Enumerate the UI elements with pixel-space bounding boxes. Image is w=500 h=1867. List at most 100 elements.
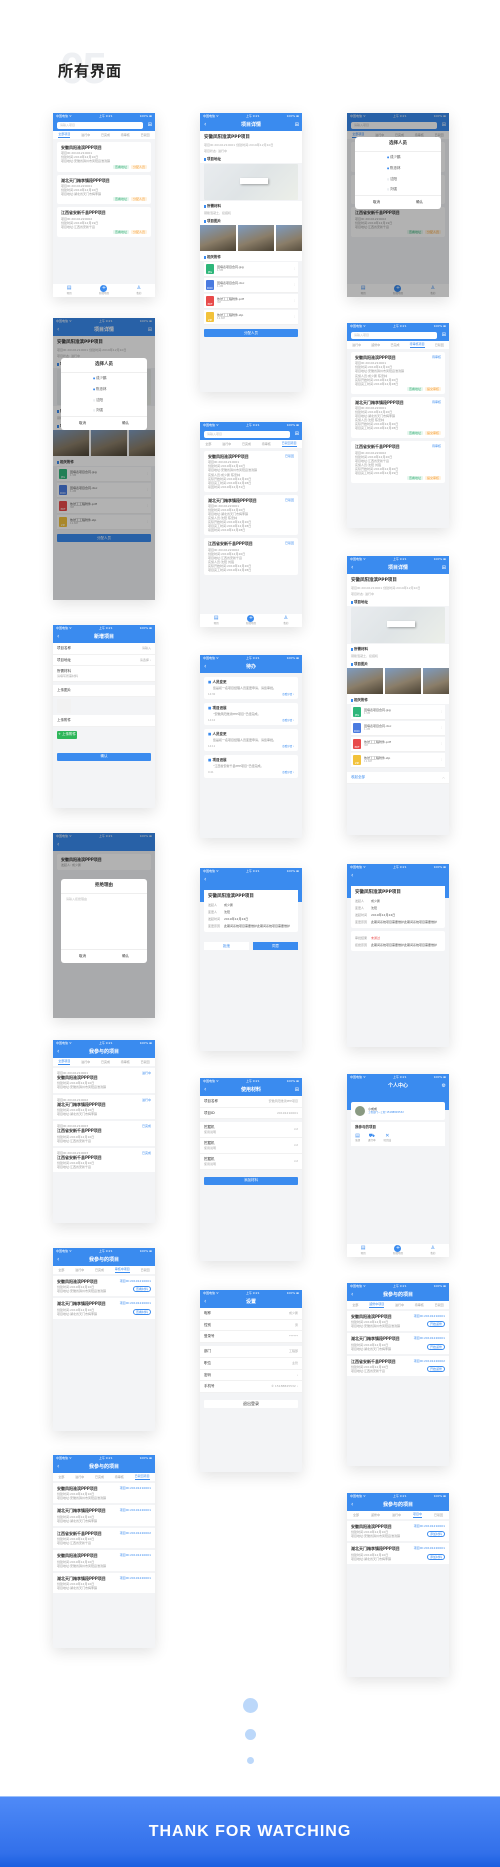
person-option[interactable]: 沈阳 [355, 174, 441, 185]
more-icon[interactable]: ⋮ [294, 299, 297, 302]
view-address-button[interactable]: 查看地址 [406, 476, 423, 481]
card-action-button[interactable]: 查看材料 [132, 1286, 151, 1293]
cancel-button[interactable]: 取消 [61, 950, 104, 963]
tab[interactable]: 待审核 [115, 1475, 124, 1479]
back-icon[interactable]: ‹ [204, 1086, 206, 1094]
tab[interactable]: 返修中 [371, 343, 380, 347]
grid-icon[interactable]: ⊞ [148, 122, 152, 129]
action-button[interactable]: 确认 [57, 752, 151, 761]
view-address-button[interactable]: 查看地址 [112, 164, 129, 169]
assign-button[interactable]: 提交审核 [424, 476, 441, 481]
panel-item[interactable]: ⛟ 进行中 [368, 1133, 376, 1143]
location-map[interactable] [204, 163, 298, 200]
form-row[interactable]: 挖掘机 使用说明 ×2 [200, 1138, 302, 1154]
card-action-button[interactable]: 开始返修 [426, 1321, 445, 1328]
project-card[interactable]: 待审核 湖北天门梅李镇段PPP项目 项目ID:20191220001 创建时间:201… [351, 396, 445, 439]
form-row[interactable]: 上传附件 [53, 714, 155, 727]
attachment-item[interactable]: DOC 回填表项目合同.doc 1.2M ⋮ [351, 721, 445, 737]
back-icon[interactable]: ‹ [57, 1463, 59, 1471]
attachment-item[interactable]: ZIP 依然工工程附件.zip 11.6M ⋮ [204, 310, 298, 326]
tab[interactable]: 进行中 [81, 133, 90, 137]
tab[interactable]: 进行中 [75, 1268, 84, 1272]
project-card[interactable]: 项目ID:20191220001 湖北天门梅李镇段PPP项目 创建时间:2019年1… [53, 1572, 155, 1594]
tab[interactable]: 进行中 [75, 1475, 84, 1479]
tab[interactable]: 全部 [58, 1268, 64, 1272]
assign-button[interactable]: 提交审核 [424, 386, 441, 391]
card-action-button[interactable]: 开始返修 [426, 1366, 445, 1373]
settings-icon[interactable]: ⚙ [442, 1083, 446, 1090]
confirm-button[interactable]: 确认 [104, 950, 147, 963]
action-button[interactable]: 分配人员 [204, 329, 298, 338]
attachment-item[interactable]: PDF 依然工工程附件.pdf 3M ⋮ [204, 294, 298, 310]
attachment-item[interactable]: PDF 依然工工程附件.pdf 3M ⋮ [351, 737, 445, 753]
tab[interactable]: 全部 [58, 1475, 64, 1479]
form-row[interactable]: 职位 主管 [200, 1357, 302, 1370]
back-icon[interactable]: ‹ [351, 1501, 353, 1509]
tab[interactable]: 待审核 [415, 1303, 424, 1307]
tab[interactable]: 已驳回 [435, 343, 444, 347]
tab[interactable]: 审核中项目 [114, 1267, 130, 1273]
tab[interactable]: 待审核 [121, 1060, 130, 1064]
assign-button[interactable]: 分配人员 [130, 164, 147, 169]
image-upload-button[interactable] [57, 698, 71, 713]
grid-icon[interactable]: ⊞ [442, 332, 446, 339]
project-card[interactable]: 项目ID:20191210001 安徽凤阳淮滨PPP项目 创建时间:2019年12月… [53, 1276, 155, 1297]
more-icon[interactable]: ⋮ [294, 283, 297, 286]
more-icon[interactable]: ⋮ [294, 267, 297, 270]
add-project-tab[interactable]: + 新增项目 [99, 285, 109, 295]
profile-card[interactable]: 小成成 工程部门—工程 15188845532 [351, 1102, 445, 1120]
back-icon[interactable]: ‹ [204, 1298, 206, 1306]
card-action-button[interactable]: 开始返修 [426, 1343, 445, 1350]
person-option[interactable]: 陈忠林 [355, 163, 441, 174]
tab[interactable]: 已完成 [242, 442, 251, 446]
view-address-button[interactable]: 查看地址 [112, 229, 129, 234]
project-photo[interactable] [347, 668, 383, 695]
back-icon[interactable]: ‹ [204, 663, 206, 671]
tab[interactable]: 待审核 [121, 133, 130, 137]
project-card[interactable]: 进行中 项目ID:20191210001 安徽凤阳淮滨PPP项目 创建时间:2019年… [53, 1068, 155, 1093]
profile-tab[interactable]: ♙ 我的 [283, 615, 288, 625]
attachment-item[interactable]: JPG 回填表项目合同.jpg 1.5M ⋮ [204, 262, 298, 278]
tab[interactable]: 已完成 [390, 343, 399, 347]
project-card[interactable]: 江西省安新千县PPP项目 项目ID:20191220002 创建时间:2019年12… [57, 207, 151, 237]
tab[interactable]: 已完成 [95, 1268, 104, 1272]
project-card[interactable]: 待审核 安徽凤阳淮滨PPP项目 项目ID:20191210001 创建时间:2019年… [351, 352, 445, 394]
project-card[interactable]: 进行中 项目ID:20191210002 湖北天门梅李镇段PPP项目 创建时间:201… [53, 1094, 155, 1120]
action-button[interactable]: 退出登录 [204, 1400, 298, 1409]
tab[interactable]: 已驳回项目 [134, 1474, 150, 1480]
tab[interactable]: 全部 [352, 1303, 358, 1307]
form-row[interactable]: 性别 男 [200, 1319, 302, 1332]
tab[interactable]: 已完成 [101, 133, 110, 137]
cancel-button[interactable]: 取消 [61, 417, 104, 430]
assign-button[interactable]: 提交审核 [424, 431, 441, 436]
tab[interactable]: 进行中 [352, 343, 361, 347]
project-photo[interactable] [385, 668, 421, 695]
profile-tab[interactable]: ♙ 我的 [136, 285, 141, 295]
project-card[interactable]: 湖北天门梅李镇段PPP项目项目ID:20191220001创建时间:2019年1… [57, 174, 151, 205]
tab[interactable]: 已驳回 [141, 1060, 150, 1064]
tab[interactable]: 待审核 [262, 442, 271, 446]
project-card[interactable]: 已完成 项目ID:20191210003 江西省安新千县PPP项目 创建时间:2019… [53, 1147, 155, 1173]
tab[interactable]: 进行中 [395, 1303, 404, 1307]
todo-card[interactable]: 项目进展“江西省安新千县PPP项目”已经完成。 9:41 查看详情 › [204, 755, 298, 778]
form-row[interactable]: 所需材料 请填写所需材料 [53, 666, 155, 683]
grid-icon[interactable]: ⊞ [295, 431, 299, 438]
tab[interactable]: 已驳回 [434, 1513, 443, 1517]
tab[interactable]: 已驳回项目 [281, 441, 297, 447]
attachment-item[interactable]: JPG 回填表项目合同.jpg 1.5M ⋮ [351, 705, 445, 721]
search-input[interactable]: 请输入项目 [204, 430, 290, 438]
todo-card[interactable]: 人员变更您是初一名项目经理人员变更申请，请您审批。 14:30 查看详情 › [204, 677, 298, 700]
todo-card[interactable]: 人员变更您是初一名项目经理人员变更申请，请您审批。 14:11 查看详情 › [204, 729, 298, 752]
person-option[interactable]: 刘强 [61, 405, 147, 416]
tab[interactable]: 进行中 [81, 1060, 90, 1064]
view-details-link[interactable]: 查看详情 › [282, 771, 294, 774]
confirm-button[interactable]: 确认 [104, 417, 147, 430]
search-input[interactable]: 请输入项目 [351, 331, 437, 339]
approve-button[interactable]: 同意 [253, 942, 298, 951]
tab[interactable]: 已驳回 [141, 1268, 150, 1272]
action-button[interactable]: + 上传附件 [57, 730, 77, 739]
form-row[interactable]: 挖掘机 使用说明 ×2 [200, 1122, 302, 1139]
back-icon[interactable]: ‹ [351, 872, 353, 880]
grid-icon[interactable]: ⊞ [442, 565, 446, 572]
project-card[interactable]: 安徽凤阳淮滨PPP项目项目ID:20191210001创建时间:2019年12月… [57, 142, 151, 172]
